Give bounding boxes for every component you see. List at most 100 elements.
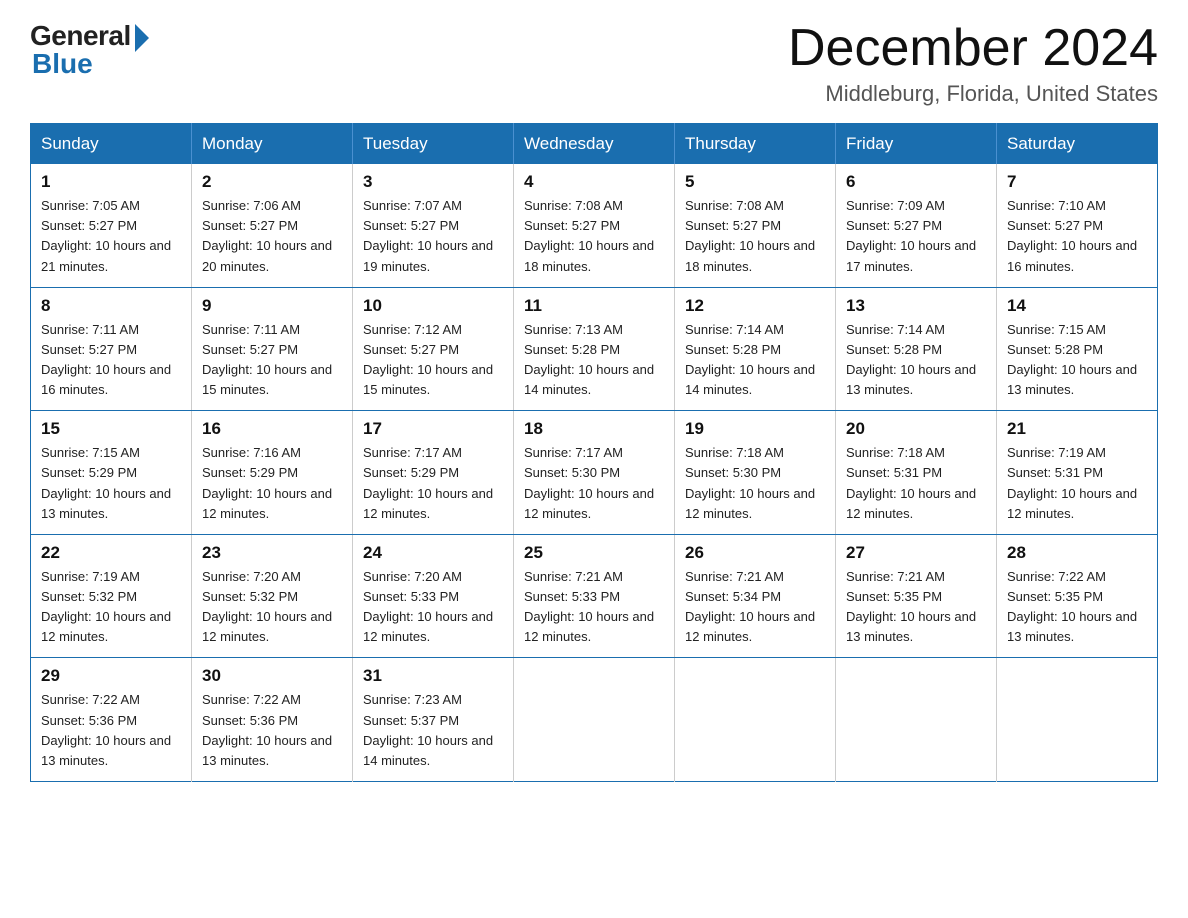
calendar-week-row: 15 Sunrise: 7:15 AM Sunset: 5:29 PM Dayl… (31, 411, 1158, 535)
day-number: 26 (685, 543, 825, 563)
day-number: 16 (202, 419, 342, 439)
day-info: Sunrise: 7:22 AM Sunset: 5:36 PM Dayligh… (41, 690, 181, 771)
day-number: 28 (1007, 543, 1147, 563)
day-info: Sunrise: 7:13 AM Sunset: 5:28 PM Dayligh… (524, 320, 664, 401)
day-number: 11 (524, 296, 664, 316)
day-info: Sunrise: 7:05 AM Sunset: 5:27 PM Dayligh… (41, 196, 181, 277)
day-number: 4 (524, 172, 664, 192)
calendar-week-row: 1 Sunrise: 7:05 AM Sunset: 5:27 PM Dayli… (31, 164, 1158, 287)
day-info: Sunrise: 7:14 AM Sunset: 5:28 PM Dayligh… (846, 320, 986, 401)
title-block: December 2024 Middleburg, Florida, Unite… (788, 20, 1158, 107)
day-number: 29 (41, 666, 181, 686)
calendar-cell: 20 Sunrise: 7:18 AM Sunset: 5:31 PM Dayl… (836, 411, 997, 535)
calendar-cell: 11 Sunrise: 7:13 AM Sunset: 5:28 PM Dayl… (514, 287, 675, 411)
day-info: Sunrise: 7:22 AM Sunset: 5:35 PM Dayligh… (1007, 567, 1147, 648)
calendar-cell (836, 658, 997, 782)
day-info: Sunrise: 7:11 AM Sunset: 5:27 PM Dayligh… (41, 320, 181, 401)
calendar-week-row: 8 Sunrise: 7:11 AM Sunset: 5:27 PM Dayli… (31, 287, 1158, 411)
day-number: 13 (846, 296, 986, 316)
day-info: Sunrise: 7:11 AM Sunset: 5:27 PM Dayligh… (202, 320, 342, 401)
calendar-cell: 1 Sunrise: 7:05 AM Sunset: 5:27 PM Dayli… (31, 164, 192, 287)
day-info: Sunrise: 7:19 AM Sunset: 5:32 PM Dayligh… (41, 567, 181, 648)
day-number: 30 (202, 666, 342, 686)
day-info: Sunrise: 7:15 AM Sunset: 5:28 PM Dayligh… (1007, 320, 1147, 401)
calendar-cell: 4 Sunrise: 7:08 AM Sunset: 5:27 PM Dayli… (514, 164, 675, 287)
calendar-cell: 24 Sunrise: 7:20 AM Sunset: 5:33 PM Dayl… (353, 534, 514, 658)
day-info: Sunrise: 7:17 AM Sunset: 5:30 PM Dayligh… (524, 443, 664, 524)
location: Middleburg, Florida, United States (788, 81, 1158, 107)
calendar-day-header: Saturday (997, 124, 1158, 165)
calendar-cell: 30 Sunrise: 7:22 AM Sunset: 5:36 PM Dayl… (192, 658, 353, 782)
day-number: 27 (846, 543, 986, 563)
calendar-day-header: Monday (192, 124, 353, 165)
calendar-cell: 19 Sunrise: 7:18 AM Sunset: 5:30 PM Dayl… (675, 411, 836, 535)
calendar-cell: 28 Sunrise: 7:22 AM Sunset: 5:35 PM Dayl… (997, 534, 1158, 658)
calendar-day-header: Tuesday (353, 124, 514, 165)
day-number: 24 (363, 543, 503, 563)
logo-triangle-icon (135, 24, 149, 52)
day-number: 21 (1007, 419, 1147, 439)
day-number: 8 (41, 296, 181, 316)
day-number: 12 (685, 296, 825, 316)
day-info: Sunrise: 7:10 AM Sunset: 5:27 PM Dayligh… (1007, 196, 1147, 277)
day-info: Sunrise: 7:20 AM Sunset: 5:32 PM Dayligh… (202, 567, 342, 648)
calendar-cell: 25 Sunrise: 7:21 AM Sunset: 5:33 PM Dayl… (514, 534, 675, 658)
day-info: Sunrise: 7:22 AM Sunset: 5:36 PM Dayligh… (202, 690, 342, 771)
calendar-cell: 2 Sunrise: 7:06 AM Sunset: 5:27 PM Dayli… (192, 164, 353, 287)
calendar-cell: 5 Sunrise: 7:08 AM Sunset: 5:27 PM Dayli… (675, 164, 836, 287)
calendar-day-header: Sunday (31, 124, 192, 165)
calendar-cell: 6 Sunrise: 7:09 AM Sunset: 5:27 PM Dayli… (836, 164, 997, 287)
day-number: 10 (363, 296, 503, 316)
calendar-day-header: Wednesday (514, 124, 675, 165)
logo: General Blue (30, 20, 149, 80)
day-info: Sunrise: 7:09 AM Sunset: 5:27 PM Dayligh… (846, 196, 986, 277)
day-number: 3 (363, 172, 503, 192)
day-info: Sunrise: 7:17 AM Sunset: 5:29 PM Dayligh… (363, 443, 503, 524)
day-number: 19 (685, 419, 825, 439)
day-number: 2 (202, 172, 342, 192)
calendar-cell: 12 Sunrise: 7:14 AM Sunset: 5:28 PM Dayl… (675, 287, 836, 411)
calendar-cell: 16 Sunrise: 7:16 AM Sunset: 5:29 PM Dayl… (192, 411, 353, 535)
calendar-cell: 3 Sunrise: 7:07 AM Sunset: 5:27 PM Dayli… (353, 164, 514, 287)
day-info: Sunrise: 7:07 AM Sunset: 5:27 PM Dayligh… (363, 196, 503, 277)
day-info: Sunrise: 7:21 AM Sunset: 5:35 PM Dayligh… (846, 567, 986, 648)
calendar-cell (997, 658, 1158, 782)
calendar-header-row: SundayMondayTuesdayWednesdayThursdayFrid… (31, 124, 1158, 165)
day-number: 18 (524, 419, 664, 439)
day-number: 7 (1007, 172, 1147, 192)
day-info: Sunrise: 7:20 AM Sunset: 5:33 PM Dayligh… (363, 567, 503, 648)
calendar-cell (514, 658, 675, 782)
day-number: 6 (846, 172, 986, 192)
calendar-cell: 7 Sunrise: 7:10 AM Sunset: 5:27 PM Dayli… (997, 164, 1158, 287)
day-info: Sunrise: 7:23 AM Sunset: 5:37 PM Dayligh… (363, 690, 503, 771)
calendar-cell: 13 Sunrise: 7:14 AM Sunset: 5:28 PM Dayl… (836, 287, 997, 411)
day-info: Sunrise: 7:18 AM Sunset: 5:31 PM Dayligh… (846, 443, 986, 524)
calendar-cell: 22 Sunrise: 7:19 AM Sunset: 5:32 PM Dayl… (31, 534, 192, 658)
day-info: Sunrise: 7:14 AM Sunset: 5:28 PM Dayligh… (685, 320, 825, 401)
day-number: 31 (363, 666, 503, 686)
day-number: 23 (202, 543, 342, 563)
month-title: December 2024 (788, 20, 1158, 77)
calendar-day-header: Friday (836, 124, 997, 165)
day-number: 9 (202, 296, 342, 316)
day-info: Sunrise: 7:06 AM Sunset: 5:27 PM Dayligh… (202, 196, 342, 277)
day-info: Sunrise: 7:08 AM Sunset: 5:27 PM Dayligh… (685, 196, 825, 277)
calendar-cell: 31 Sunrise: 7:23 AM Sunset: 5:37 PM Dayl… (353, 658, 514, 782)
calendar-cell: 9 Sunrise: 7:11 AM Sunset: 5:27 PM Dayli… (192, 287, 353, 411)
day-info: Sunrise: 7:12 AM Sunset: 5:27 PM Dayligh… (363, 320, 503, 401)
calendar-table: SundayMondayTuesdayWednesdayThursdayFrid… (30, 123, 1158, 782)
calendar-week-row: 22 Sunrise: 7:19 AM Sunset: 5:32 PM Dayl… (31, 534, 1158, 658)
calendar-cell: 21 Sunrise: 7:19 AM Sunset: 5:31 PM Dayl… (997, 411, 1158, 535)
calendar-cell (675, 658, 836, 782)
day-info: Sunrise: 7:19 AM Sunset: 5:31 PM Dayligh… (1007, 443, 1147, 524)
day-info: Sunrise: 7:08 AM Sunset: 5:27 PM Dayligh… (524, 196, 664, 277)
calendar-cell: 8 Sunrise: 7:11 AM Sunset: 5:27 PM Dayli… (31, 287, 192, 411)
calendar-day-header: Thursday (675, 124, 836, 165)
calendar-cell: 26 Sunrise: 7:21 AM Sunset: 5:34 PM Dayl… (675, 534, 836, 658)
calendar-cell: 17 Sunrise: 7:17 AM Sunset: 5:29 PM Dayl… (353, 411, 514, 535)
calendar-cell: 23 Sunrise: 7:20 AM Sunset: 5:32 PM Dayl… (192, 534, 353, 658)
day-number: 25 (524, 543, 664, 563)
calendar-cell: 18 Sunrise: 7:17 AM Sunset: 5:30 PM Dayl… (514, 411, 675, 535)
day-number: 14 (1007, 296, 1147, 316)
calendar-week-row: 29 Sunrise: 7:22 AM Sunset: 5:36 PM Dayl… (31, 658, 1158, 782)
